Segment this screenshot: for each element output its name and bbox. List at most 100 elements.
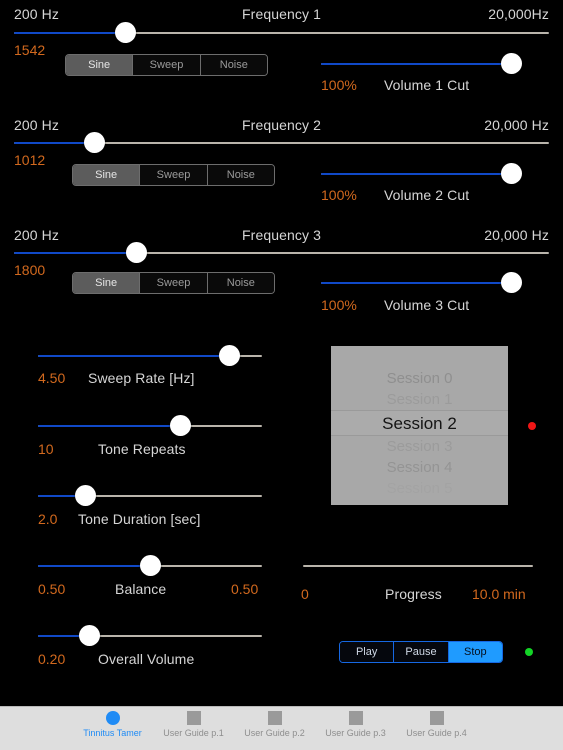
playback-status-led-icon [525, 648, 533, 656]
progress-label: Progress [385, 586, 442, 602]
frequency-1-max-label: 20,000Hz [488, 6, 549, 22]
square-icon [348, 711, 363, 725]
volume-3-label: Volume 3 Cut [384, 297, 470, 313]
wave-option-sweep[interactable]: Sweep [133, 55, 201, 75]
wave-option-noise[interactable]: Noise [200, 55, 267, 75]
progress-right-value: 10.0 min [472, 586, 526, 602]
slider-fill [14, 142, 95, 144]
slider-fill [38, 565, 150, 567]
tab-label: User Guide p.4 [406, 728, 467, 738]
volume-3-cut-slider[interactable] [321, 272, 522, 294]
wave-option-sine[interactable]: Sine [73, 165, 141, 185]
tab-label: Tinnitus Tamer [83, 728, 142, 738]
slider-fill [321, 173, 511, 175]
sweep-rate-slider[interactable] [38, 345, 262, 367]
volume-1-value: 100% [321, 77, 357, 93]
wave-option-noise[interactable]: Noise [207, 273, 274, 293]
slider-thumb[interactable] [114, 22, 136, 43]
stop-button[interactable]: Stop [448, 642, 502, 662]
square-icon [186, 711, 201, 725]
square-icon [429, 711, 444, 725]
volume-2-label: Volume 2 Cut [384, 187, 470, 203]
tone-duration-slider[interactable] [38, 485, 262, 507]
wave-option-sweep[interactable]: Sweep [140, 273, 208, 293]
slider-thumb[interactable] [500, 272, 522, 293]
frequency-3-waveform-segmented[interactable]: Sine Sweep Noise [72, 272, 275, 294]
slider-fill [38, 425, 181, 427]
progress-bar [303, 565, 533, 567]
slider-fill [14, 252, 137, 254]
picker-row-session-2-selected[interactable]: Session 2 [331, 410, 508, 436]
tab-user-guide-p2[interactable]: User Guide p.2 [234, 711, 315, 738]
frequency-2-slider[interactable] [14, 132, 549, 154]
picker-top-pad [331, 346, 508, 368]
tab-label: User Guide p.1 [163, 728, 224, 738]
transport-segmented-control[interactable]: Play Pause Stop [339, 641, 503, 663]
tone-duration-label: Tone Duration [sec] [78, 511, 201, 527]
frequency-1-waveform-segmented[interactable]: Sine Sweep Noise [65, 54, 268, 76]
slider-thumb[interactable] [218, 345, 240, 366]
wave-option-sine[interactable]: Sine [66, 55, 134, 75]
picker-row-session-4[interactable]: Session 4 [331, 457, 508, 478]
volume-2-cut-slider[interactable] [321, 163, 522, 185]
slider-fill [321, 63, 511, 65]
volume-1-cut-slider[interactable] [321, 53, 522, 75]
tone-repeats-slider[interactable] [38, 415, 262, 437]
tab-user-guide-p1[interactable]: User Guide p.1 [153, 711, 234, 738]
wave-option-noise[interactable]: Noise [207, 165, 274, 185]
session-picker[interactable]: Session 0 Session 1 Session 2 Session 3 … [331, 346, 508, 505]
frequency-2-value: 1012 [14, 152, 46, 168]
pause-button[interactable]: Pause [394, 642, 449, 662]
frequency-3-title: Frequency 3 [242, 227, 321, 243]
tone-repeats-value: 10 [38, 441, 54, 457]
sweep-rate-value: 4.50 [38, 370, 66, 386]
slider-thumb[interactable] [75, 485, 97, 506]
frequency-2-title: Frequency 2 [242, 117, 321, 133]
frequency-3-value: 1800 [14, 262, 46, 278]
slider-thumb[interactable] [126, 242, 147, 263]
play-button[interactable]: Play [340, 642, 395, 662]
tab-label: User Guide p.2 [244, 728, 305, 738]
frequency-1-slider[interactable] [14, 22, 549, 44]
picker-row-session-1[interactable]: Session 1 [331, 389, 508, 410]
tab-tinnitus-tamer[interactable]: Tinnitus Tamer [72, 711, 153, 738]
overall-volume-slider[interactable] [38, 625, 262, 647]
slider-thumb[interactable] [500, 53, 522, 74]
tab-user-guide-p3[interactable]: User Guide p.3 [315, 711, 396, 738]
tone-repeats-label: Tone Repeats [98, 441, 186, 457]
slider-fill [14, 32, 126, 34]
slider-thumb[interactable] [84, 132, 106, 153]
square-icon [267, 711, 282, 725]
wave-option-sine[interactable]: Sine [73, 273, 141, 293]
picker-row-session-3[interactable]: Session 3 [331, 436, 508, 457]
tinnitus-tamer-screen: 200 Hz Frequency 1 20,000Hz 1542 Sine Sw… [0, 0, 563, 750]
circle-icon [105, 711, 120, 725]
progress-left-value: 0 [301, 586, 309, 602]
tab-bar: Tinnitus Tamer User Guide p.1 User Guide… [0, 706, 563, 750]
tab-user-guide-p4[interactable]: User Guide p.4 [396, 711, 477, 738]
frequency-2-max-label: 20,000 Hz [484, 117, 549, 133]
wave-option-sweep[interactable]: Sweep [140, 165, 208, 185]
balance-label: Balance [115, 581, 167, 597]
overall-volume-value: 0.20 [38, 651, 66, 667]
picker-row-session-5[interactable]: Session 5 [331, 478, 508, 499]
balance-right-value: 0.50 [231, 581, 259, 597]
frequency-2-waveform-segmented[interactable]: Sine Sweep Noise [72, 164, 275, 186]
tone-duration-value: 2.0 [38, 511, 58, 527]
slider-thumb[interactable] [169, 415, 191, 436]
frequency-3-slider[interactable] [14, 242, 549, 264]
frequency-1-title: Frequency 1 [242, 6, 321, 22]
tab-label: User Guide p.3 [325, 728, 386, 738]
volume-1-label: Volume 1 Cut [384, 77, 470, 93]
slider-thumb[interactable] [139, 555, 161, 576]
volume-3-value: 100% [321, 297, 357, 313]
overall-volume-label: Overall Volume [98, 651, 195, 667]
sweep-rate-label: Sweep Rate [Hz] [88, 370, 195, 386]
balance-left-value: 0.50 [38, 581, 66, 597]
slider-fill [321, 282, 511, 284]
slider-thumb[interactable] [500, 163, 522, 184]
picker-row-session-0[interactable]: Session 0 [331, 368, 508, 389]
volume-2-value: 100% [321, 187, 357, 203]
balance-slider[interactable] [38, 555, 262, 577]
slider-thumb[interactable] [78, 625, 100, 646]
